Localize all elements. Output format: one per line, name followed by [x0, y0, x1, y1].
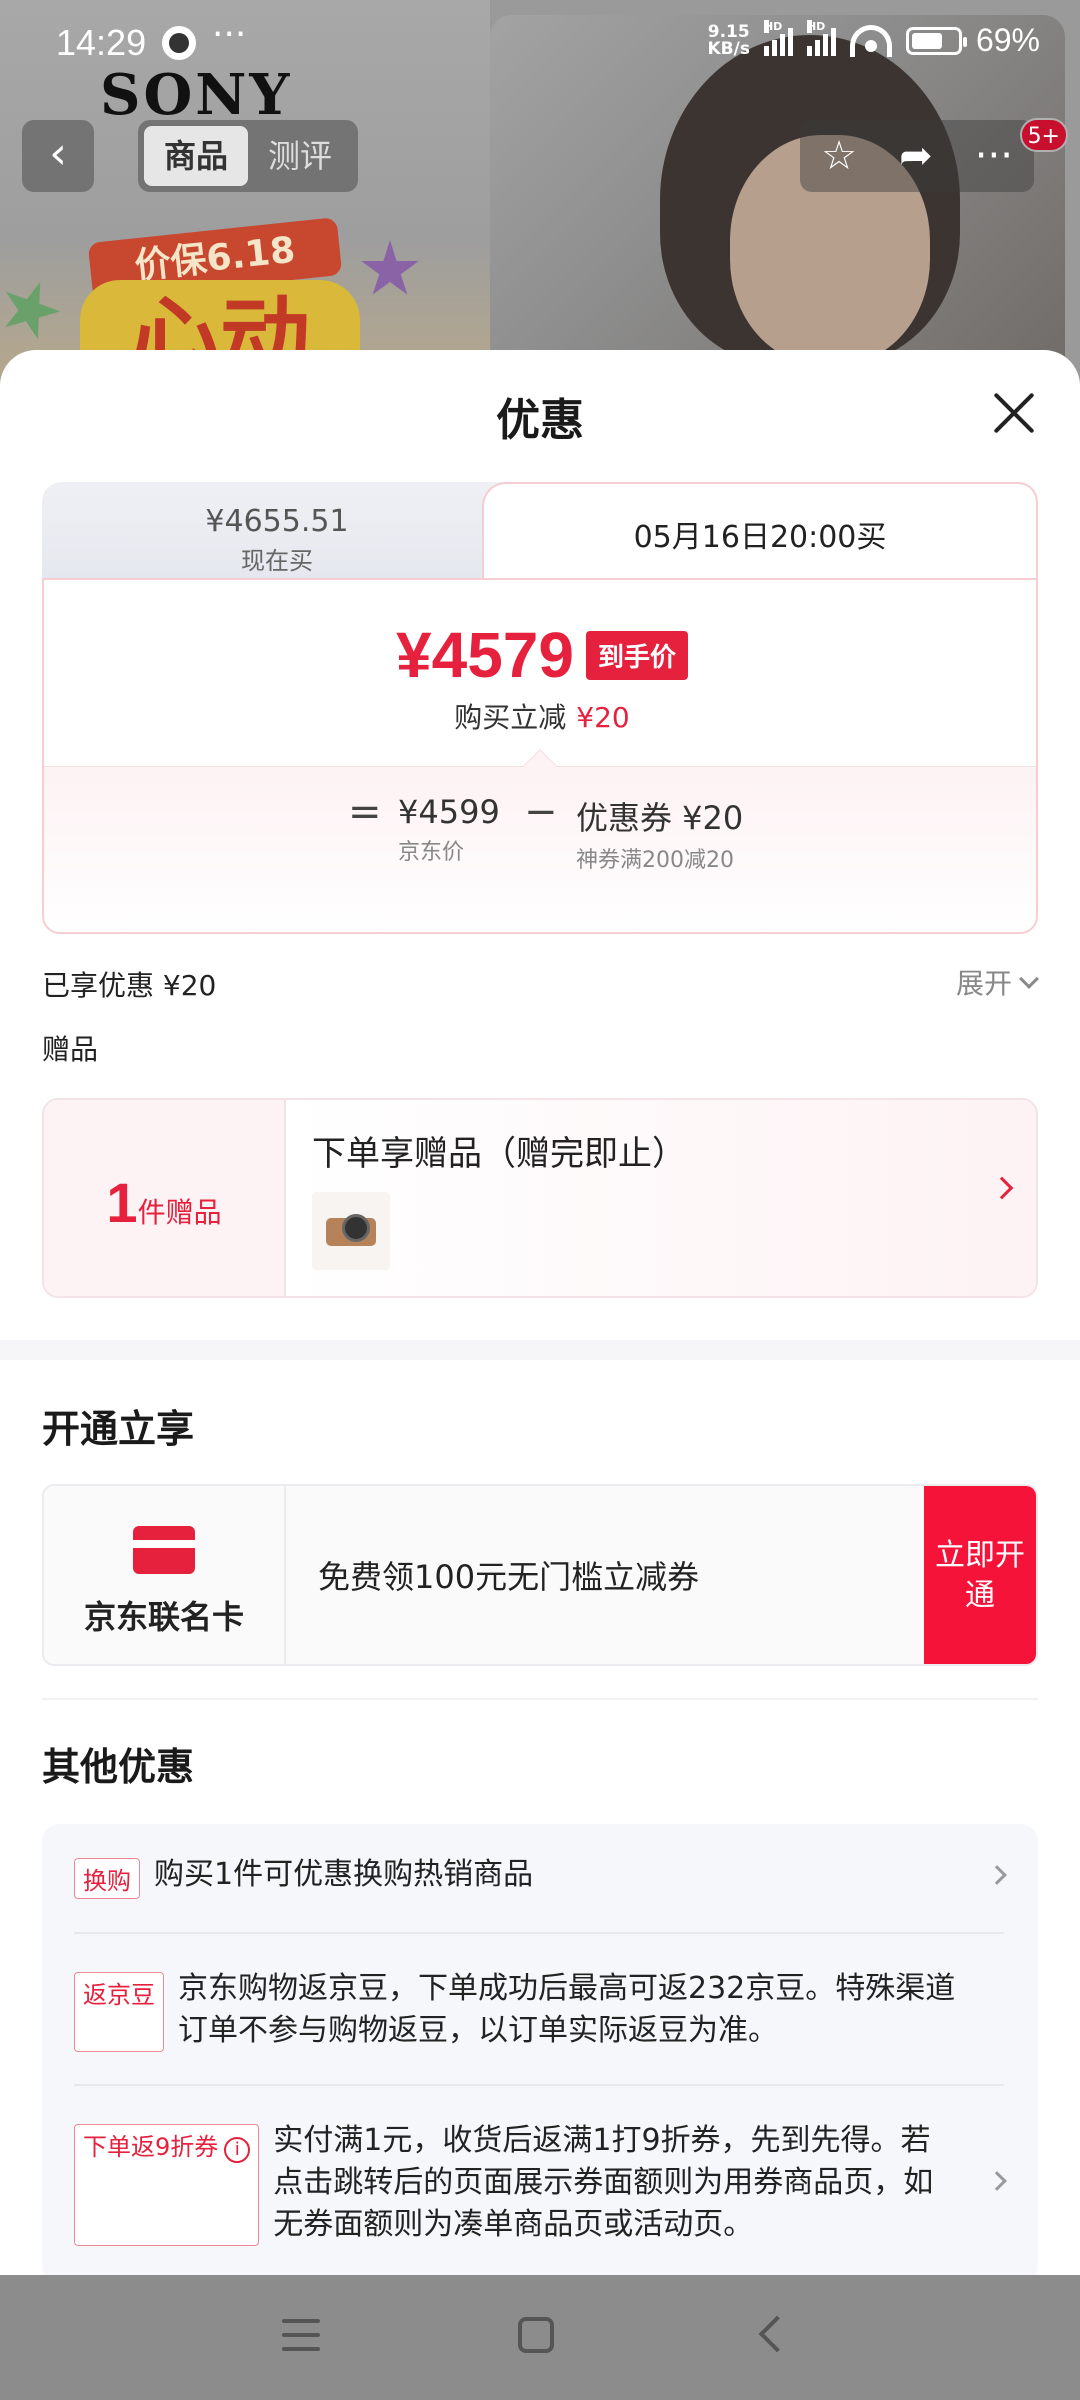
product-tabs: 商品 测评	[138, 120, 358, 192]
gift-description: 下单享赠品（赠完即止）	[312, 1134, 686, 1174]
discount-sheet: 优惠 ¥4655.51 现在买 05月16日20:00买 ¥4579 到手价 购…	[0, 350, 1080, 2275]
chevron-right-icon	[990, 1176, 1014, 1200]
wifi-icon	[849, 24, 892, 57]
sheet-title: 优惠	[496, 395, 584, 446]
clock-notification-icon	[162, 26, 196, 60]
tab-buy-now[interactable]: ¥4655.51 现在买	[42, 482, 512, 578]
hd-label: HD	[763, 19, 783, 33]
gift-detail: 下单享赠品（赠完即止）	[286, 1100, 1036, 1296]
co-brand-card-offer: 京东联名卡 免费领100元无门槛立减券 立即开通	[42, 1484, 1038, 1666]
camera-lens-shape	[342, 1214, 370, 1242]
price-breakdown: = ¥4599 京东价 − 优惠券 ¥20 神券满200减20	[44, 766, 1036, 932]
enjoyed-discount: 已享优惠 ¥20	[42, 969, 217, 1002]
expand-button[interactable]: 展开	[955, 962, 1039, 1002]
coupon-return-tag: 下单返9折券 i	[74, 2124, 260, 2246]
item-divider	[74, 2084, 1004, 2086]
expand-label: 展开	[955, 967, 1012, 1000]
open-section-title: 开通立享	[42, 1407, 195, 1451]
coupon-deduction: 优惠券 ¥20 神券满200减20	[576, 793, 756, 877]
jingdou-tag: 返京豆	[74, 1972, 164, 2052]
top-actions: ☆ ➦ ···	[800, 120, 1034, 192]
star-decoration-icon	[361, 240, 419, 295]
gift-camera-thumbnail	[312, 1192, 390, 1270]
price-card: ¥4655.51 现在买 05月16日20:00买 ¥4579 到手价 购买立减…	[42, 482, 1038, 934]
share-icon[interactable]: ➦	[899, 133, 933, 179]
instant-reduction-value: ¥20	[576, 701, 630, 734]
other-discounts-list: 换购 购买1件可优惠换购热销商品 返京豆 京东购物返京豆，下单成功后最高可返23…	[42, 1824, 1038, 2275]
tab-buy-later[interactable]: 05月16日20:00买	[482, 482, 1038, 582]
favorite-star-icon[interactable]: ☆	[821, 133, 857, 179]
coupon-return-text: 实付满1元，收货后返满1打9折券，先到先得。若点击跳转后的页面展示券面额则为用券…	[273, 2123, 934, 2242]
info-icon[interactable]: i	[224, 2137, 251, 2163]
status-bar: 14:29 ··· 9.15 KB/s HD HD 69%	[0, 0, 1080, 92]
section-divider	[0, 1340, 1080, 1360]
coupon-return-tag-label: 下单返9折券	[83, 2133, 219, 2161]
final-price: ¥4579	[396, 619, 574, 691]
card-offer-description: 免费领100元无门槛立减券	[318, 1558, 700, 1596]
gift-unit: 件赠品	[137, 1196, 222, 1229]
close-icon[interactable]	[992, 390, 1036, 434]
system-nav-bar	[0, 2275, 1080, 2400]
gift-card[interactable]: 1件赠品 下单享赠品（赠完即止）	[42, 1098, 1038, 1298]
exchange-tag: 换购	[74, 1858, 140, 1899]
status-indicators: 9.15 KB/s HD HD 69%	[707, 19, 1040, 59]
gift-count: 1	[106, 1171, 138, 1234]
base-price-value: ¥4599	[398, 793, 500, 831]
network-speed-value: 9.15	[707, 21, 750, 42]
card-info: 京东联名卡	[44, 1486, 286, 1664]
tab-product[interactable]: 商品	[144, 126, 248, 186]
price-detail: ¥4579 到手价 购买立减 ¥20 = ¥4599 京东价 − 优惠券 ¥20 …	[42, 578, 1038, 934]
gift-count-block: 1件赠品	[44, 1100, 286, 1296]
more-notifications-icon: ···	[212, 14, 247, 55]
card-name: 京东联名卡	[83, 1598, 244, 1636]
equals-sign: =	[348, 789, 382, 835]
exchange-text: 购买1件可优惠换购热销商品	[154, 1857, 534, 1892]
chevron-down-icon	[1019, 969, 1039, 989]
jingdou-text: 京东购物返京豆，下单成功后最高可返232京豆。特殊渠道订单不参与购物返豆，以订单…	[178, 1971, 956, 2048]
coupon-value: 优惠券 ¥20	[576, 799, 744, 837]
final-price-block: ¥4579 到手价 购买立减 ¥20	[44, 618, 1036, 736]
signal-icon: HD	[763, 19, 793, 56]
divider	[42, 1698, 1038, 1700]
base-price: ¥4599 京东价	[398, 793, 500, 869]
tab-review[interactable]: 测评	[248, 126, 352, 186]
credit-card-icon	[133, 1526, 195, 1574]
menu-icon[interactable]	[282, 2319, 320, 2353]
minus-sign: −	[524, 789, 558, 835]
open-now-button[interactable]: 立即开通	[924, 1486, 1036, 1664]
star-decoration-icon	[0, 272, 68, 349]
network-speed: 9.15 KB/s	[707, 21, 750, 59]
list-item-jingdou: 返京豆 京东购物返京豆，下单成功后最高可返232京豆。特殊渠道订单不参与购物返豆…	[74, 1968, 1004, 2052]
network-speed-unit: KB/s	[707, 38, 750, 59]
hd-label: HD	[806, 19, 826, 33]
other-section-title: 其他优惠	[42, 1745, 195, 1789]
base-price-label: 京东价	[398, 840, 465, 865]
instant-reduction-label: 购买立减	[454, 701, 567, 734]
more-icon[interactable]: ···	[975, 133, 1013, 179]
gift-section-title: 赠品	[42, 1033, 99, 1066]
status-time: 14:29	[56, 22, 147, 63]
instant-reduction: 购买立减 ¥20	[44, 696, 1036, 736]
message-count-badge: 5+	[1019, 118, 1068, 152]
list-item-exchange[interactable]: 换购 购买1件可优惠换购热销商品	[74, 1854, 1007, 1899]
final-price-tag: 到手价	[585, 630, 688, 680]
home-icon[interactable]	[518, 2317, 554, 2353]
back-icon[interactable]	[758, 2315, 796, 2353]
battery-percent: 69%	[975, 22, 1040, 58]
buy-now-price: ¥4655.51	[205, 504, 349, 539]
buy-now-label: 现在买	[241, 547, 313, 575]
item-divider	[74, 1932, 1004, 1934]
battery-icon	[905, 26, 967, 55]
coupon-label: 神券满200减20	[576, 848, 734, 873]
list-item-coupon-return[interactable]: 下单返9折券 i 实付满1元，收货后返满1打9折券，先到先得。若点击跳转后的页面展…	[74, 2120, 1007, 2246]
signal-icon: HD	[806, 19, 836, 56]
back-button[interactable]: ‹	[22, 120, 94, 192]
